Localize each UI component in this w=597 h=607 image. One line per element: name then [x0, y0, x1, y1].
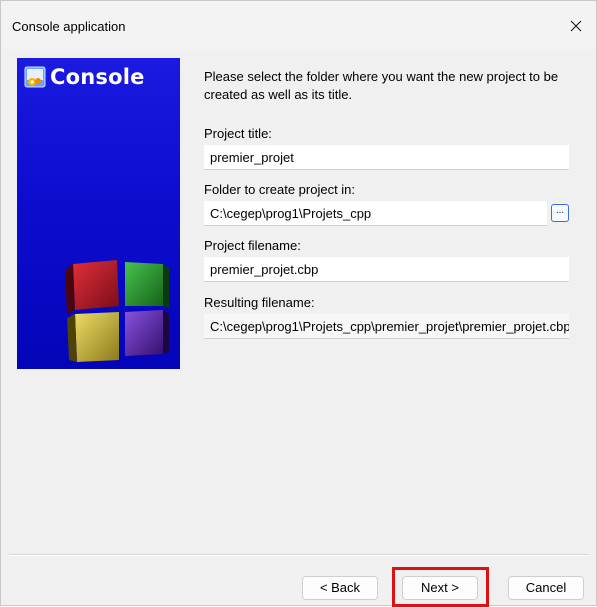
- folder-label: Folder to create project in:: [204, 182, 356, 197]
- resulting-filename-field: C:\cegep\prog1\Projets_cpp\premier_proje…: [204, 314, 569, 339]
- project-filename-input[interactable]: premier_projet.cbp: [204, 257, 569, 282]
- console-app-icon: [24, 66, 46, 88]
- codeblocks-cubes-logo: [65, 260, 169, 362]
- wizard-banner: Console: [17, 58, 180, 369]
- button-separator: [9, 554, 589, 556]
- next-button-highlight: [392, 567, 489, 607]
- window-title: Console application: [12, 19, 126, 34]
- title-bar: Console application: [1, 1, 596, 49]
- back-button[interactable]: < Back: [302, 576, 378, 600]
- cancel-button[interactable]: Cancel: [508, 576, 584, 600]
- dialog-window: Console application Console Please selec…: [0, 0, 597, 607]
- project-title-input[interactable]: premier_projet: [204, 145, 569, 170]
- intro-text: Please select the folder where you want …: [204, 69, 559, 102]
- banner-title: Console: [50, 65, 145, 89]
- project-title-label: Project title:: [204, 126, 272, 141]
- project-filename-label: Project filename:: [204, 238, 301, 253]
- browse-folder-button[interactable]: ...: [551, 204, 569, 222]
- close-icon: [570, 20, 582, 32]
- resulting-filename-label: Resulting filename:: [204, 295, 315, 310]
- close-button[interactable]: [556, 11, 596, 41]
- folder-input[interactable]: C:\cegep\prog1\Projets_cpp: [204, 201, 547, 226]
